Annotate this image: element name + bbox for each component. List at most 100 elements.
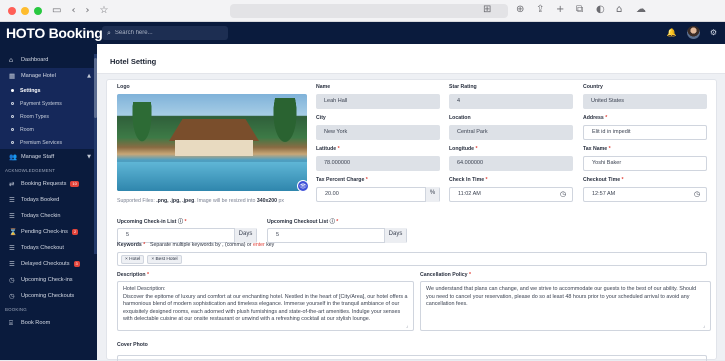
edit-image-button[interactable]: 👁 <box>297 180 309 192</box>
cancellation-policy-textarea[interactable]: We understand that plans can change, and… <box>420 281 711 331</box>
tax-charge-input[interactable]: 20.00 % <box>316 187 440 202</box>
sidebar-item-manage-hotel[interactable]: ▦ Manage Hotel ▲ <box>0 68 97 84</box>
sidebar-item-upcoming-checkouts[interactable]: ◷ Upcoming Checkouts <box>0 288 97 304</box>
minimize-window-button[interactable] <box>21 6 29 15</box>
sidebar-item-booking-requests[interactable]: ⇄ Booking Requests 10 <box>0 176 97 192</box>
shield-icon[interactable]: ◐ <box>596 4 605 15</box>
tag-text: Best Hotel <box>155 256 178 262</box>
city-field[interactable]: New York <box>316 125 440 140</box>
sidebar-item-label: Booking Requests <box>21 181 67 187</box>
star-icon[interactable]: ☆ <box>99 5 108 16</box>
section-label-booking: BOOKING <box>5 307 27 312</box>
sidebar-item-label: Upcoming Checkouts <box>21 293 75 299</box>
tax-name-input[interactable]: Yoshi Baker <box>583 156 707 171</box>
home-icon: ⌂ <box>9 56 14 64</box>
sidebar-item-todays-checkout[interactable]: ☰ Todays Checkout <box>0 240 97 256</box>
close-window-button[interactable] <box>8 6 16 15</box>
new-tab-icon[interactable]: + <box>556 4 564 15</box>
tabs-icon[interactable]: ⧉ <box>576 4 583 15</box>
name-field[interactable]: Leah Hall <box>316 94 440 109</box>
page-title: Hotel Setting <box>110 57 157 66</box>
bell-icon[interactable]: 🔔 <box>667 28 677 37</box>
star-rating-field[interactable]: 4 <box>449 94 573 109</box>
star-rating-label: Star Rating <box>449 84 477 90</box>
address-input[interactable]: Elit id in impedit <box>583 125 707 140</box>
input-value: 12:57 AM <box>592 191 616 197</box>
supported-files-note: Supported Files: .png, .jpg, .jpeg. Imag… <box>117 197 312 205</box>
label-text: Keywords <box>117 242 142 248</box>
cloud-icon[interactable]: ☁ <box>636 4 646 15</box>
translate-icon[interactable]: ⊞ <box>483 4 491 15</box>
sidebar-item-upcoming-checkins[interactable]: ◷ Upcoming Check-ins <box>0 272 97 288</box>
sidebar-subitem-payment-systems[interactable]: Payment Systems <box>0 97 97 110</box>
sidebar-subitem-label: Room Types <box>20 113 50 120</box>
brand-logo[interactable]: HOTO Booking <box>0 25 103 41</box>
cancellation-policy-label: Cancellation Policy * <box>420 272 472 278</box>
note-text: . Image will be resized into <box>194 198 257 204</box>
share-icon[interactable]: ⇪ <box>536 4 544 15</box>
sidebar-item-pending-checkins[interactable]: ⌛ Pending Check-ins 2 <box>0 224 97 240</box>
sidebar-subitem-room[interactable]: Room <box>0 123 97 136</box>
resize-handle-icon[interactable]: ⌟ <box>703 323 715 358</box>
keyword-tag[interactable]: × Best Hotel <box>147 254 182 264</box>
info-icon[interactable]: ⓘ <box>178 219 183 225</box>
request-icon: ⇄ <box>9 180 15 188</box>
note-types: .png, .jpg, .jpeg <box>156 198 195 204</box>
sidebar-item-label: Todays Checkout <box>21 245 64 251</box>
checkout-time-input[interactable]: 12:57 AM ◷ <box>583 187 707 202</box>
avatar[interactable] <box>686 26 700 39</box>
gear-icon[interactable]: ⚙ <box>710 28 717 37</box>
download-icon[interactable]: ⊕ <box>516 4 524 15</box>
description-textarea[interactable]: Hotel Description: Discover the epitome … <box>117 281 414 331</box>
sidebar-item-dashboard[interactable]: ⌂ Dashboard <box>0 52 97 68</box>
bullet-icon <box>11 128 14 131</box>
forward-icon[interactable]: › <box>85 5 89 16</box>
country-field[interactable]: United States <box>583 94 707 109</box>
clock-icon[interactable]: ◷ <box>560 188 566 201</box>
upcoming-checkout-input[interactable]: 5 Days <box>267 228 407 243</box>
sidebar-subitem-premium-services[interactable]: Premium Services <box>0 136 97 149</box>
label-text: Tax Percent Charge <box>316 177 365 183</box>
tax-charge-label: Tax Percent Charge * <box>316 177 368 183</box>
label-text: Upcoming Checkout List <box>267 219 329 225</box>
app-header: HOTO Booking ⌕ 🔔 ⚙ <box>0 22 725 44</box>
clock-icon: ◷ <box>9 276 15 284</box>
count-badge: 3 <box>73 261 80 267</box>
address-label: Address * <box>583 115 608 121</box>
sidebar-item-todays-booked[interactable]: ☰ Todays Booked <box>0 192 97 208</box>
sidebar-item-label: Book Room <box>21 320 51 326</box>
keyword-tag[interactable]: × Hotel <box>121 254 145 264</box>
label-text: Address <box>583 115 604 121</box>
clock-icon[interactable]: ◷ <box>694 188 700 201</box>
keywords-input[interactable]: × Hotel × Best Hotel <box>117 252 707 266</box>
sidebar-subitem-room-types[interactable]: Room Types <box>0 110 97 123</box>
info-icon[interactable]: ⓘ <box>330 219 335 225</box>
list-icon: ☰ <box>9 260 15 268</box>
sidebar-subitem-settings[interactable]: Settings <box>0 84 97 97</box>
building-icon: ▦ <box>9 72 16 80</box>
label-text: Check In Time <box>449 177 485 183</box>
upcoming-checkin-input[interactable]: 5 Days <box>117 228 257 243</box>
sidebar-toggle-icon[interactable]: ▭ <box>52 5 61 16</box>
sidebar: ⌂ Dashboard ▦ Manage Hotel ▲ Settings Pa… <box>0 44 97 360</box>
location-field[interactable]: Central Park <box>449 125 573 140</box>
back-icon[interactable]: ‹ <box>71 5 75 16</box>
sidebar-item-label: Pending Check-ins <box>21 229 68 235</box>
search-box[interactable]: ⌕ <box>102 26 228 40</box>
search-input[interactable] <box>114 30 215 36</box>
sidebar-item-todays-checkin[interactable]: ☰ Todays Checkin <box>0 208 97 224</box>
cover-photo-box[interactable] <box>117 355 707 361</box>
sidebar-item-delayed-checkouts[interactable]: ☰ Delayed Checkouts 3 <box>0 256 97 272</box>
sidebar-item-manage-staff[interactable]: 👥 Manage Staff ▼ <box>0 149 97 165</box>
home-browser-icon[interactable]: ⌂ <box>616 4 622 15</box>
zoom-window-button[interactable] <box>34 6 42 15</box>
address-bar[interactable] <box>230 4 508 18</box>
checkin-time-input[interactable]: 11:02 AM ◷ <box>449 187 573 202</box>
browser-toolbar: ▭ ‹ › ☆ ⊞ ⊕ ⇪ + ⧉ ◐ ⌂ ☁ <box>0 0 725 22</box>
longitude-field[interactable]: 64.000000 <box>449 156 573 171</box>
days-addon: Days <box>384 228 406 243</box>
latitude-field[interactable]: 78.000000 <box>316 156 440 171</box>
input-value: 20.00 <box>325 191 339 197</box>
sidebar-item-book-room[interactable]: ⌸ Book Room <box>0 315 97 331</box>
tag-text: Hotel <box>129 256 141 262</box>
